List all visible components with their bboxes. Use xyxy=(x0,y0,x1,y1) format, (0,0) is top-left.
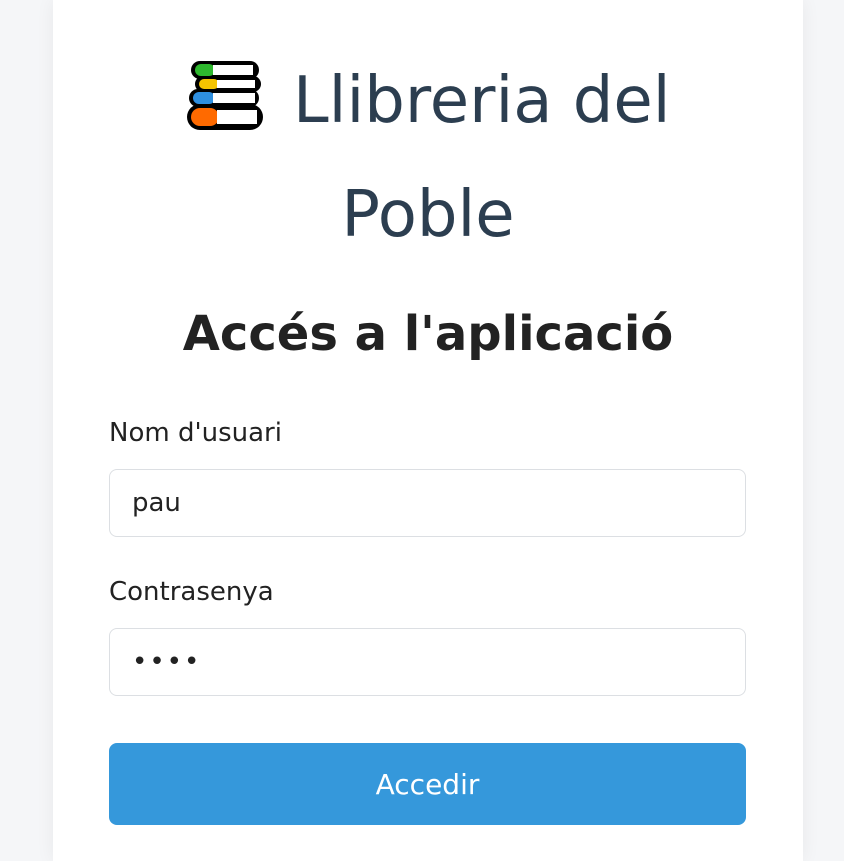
password-field[interactable]: •••• xyxy=(109,628,746,696)
page-title: Accés a l'aplicació xyxy=(182,306,674,362)
password-label: Contrasenya xyxy=(109,577,274,607)
username-field[interactable] xyxy=(109,469,746,537)
login-card: Llibreria del Poble Accés a l'aplicació … xyxy=(53,0,803,861)
books-icon xyxy=(187,61,263,130)
brand-title-line2: Poble xyxy=(341,178,515,252)
brand-title-line1: Llibreria del xyxy=(293,64,671,138)
login-button[interactable]: Accedir xyxy=(109,743,746,825)
username-label: Nom d'usuari xyxy=(109,418,282,448)
